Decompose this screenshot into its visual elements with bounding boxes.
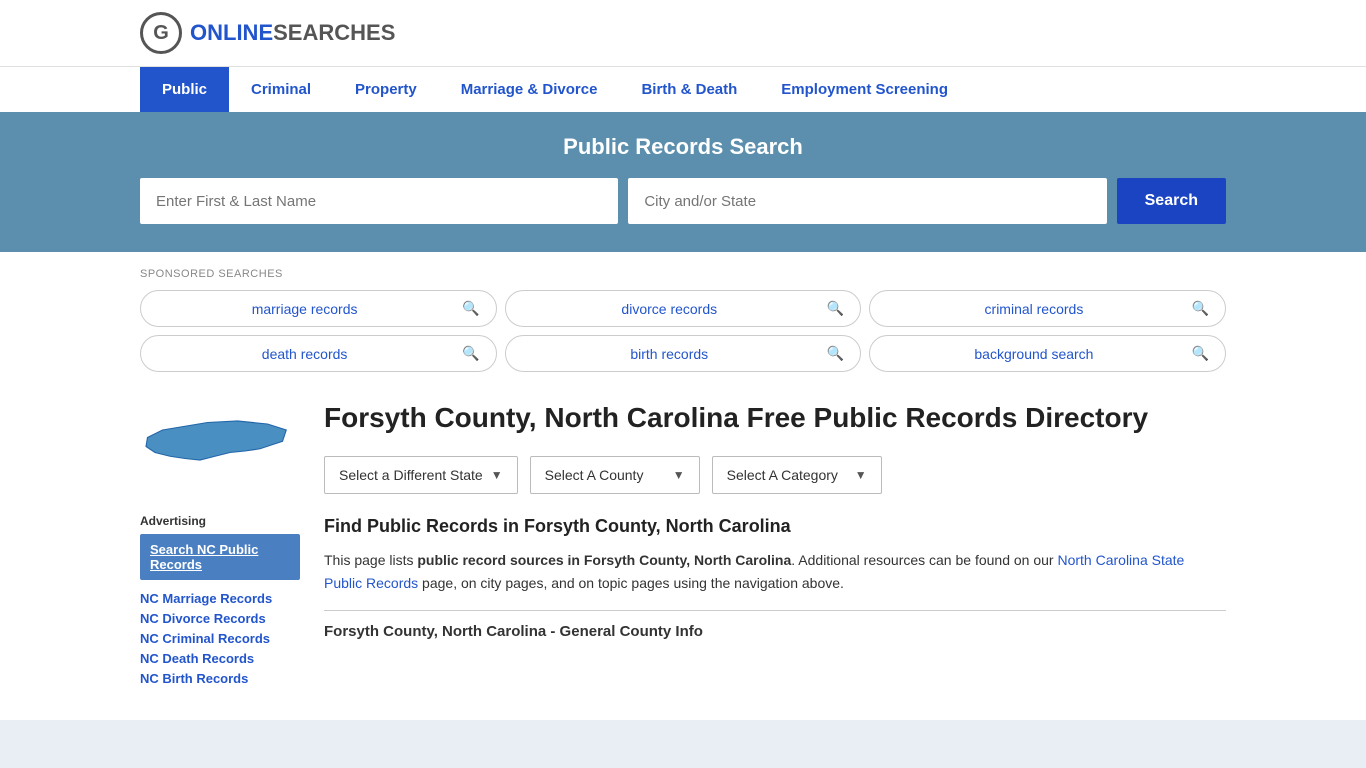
search-icon-death: 🔍 xyxy=(462,345,479,362)
state-dropdown[interactable]: Select a Different State ▼ xyxy=(324,456,518,494)
site-header: ONLINESEARCHES xyxy=(0,0,1366,66)
desc-part3: page, on city pages, and on topic pages … xyxy=(418,575,844,591)
county-dropdown-label: Select A County xyxy=(545,467,644,483)
sponsored-link-marriage[interactable]: marriage records xyxy=(157,301,452,317)
sidebar-item-nc-criminal[interactable]: NC Criminal Records xyxy=(140,630,300,646)
sponsored-item-background[interactable]: background search 🔍 xyxy=(869,335,1226,372)
sponsored-item-marriage[interactable]: marriage records 🔍 xyxy=(140,290,497,327)
sponsored-item-criminal[interactable]: criminal records 🔍 xyxy=(869,290,1226,327)
sponsored-link-criminal[interactable]: criminal records xyxy=(886,301,1181,317)
search-banner-title: Public Records Search xyxy=(140,134,1226,160)
state-dropdown-label: Select a Different State xyxy=(339,467,483,483)
chevron-down-icon-3: ▼ xyxy=(855,468,867,482)
search-icon-birth: 🔍 xyxy=(827,345,844,362)
sponsored-grid: marriage records 🔍 divorce records 🔍 cri… xyxy=(140,290,1226,372)
sidebar-item-nc-marriage[interactable]: NC Marriage Records xyxy=(140,590,300,606)
category-dropdown-label: Select A Category xyxy=(727,467,838,483)
dropdowns-row: Select a Different State ▼ Select A Coun… xyxy=(324,456,1226,494)
category-dropdown[interactable]: Select A Category ▼ xyxy=(712,456,882,494)
nav-item-public[interactable]: Public xyxy=(140,67,229,112)
search-form: Search xyxy=(140,178,1226,224)
sidebar-item-nc-death[interactable]: NC Death Records xyxy=(140,650,300,666)
section-divider xyxy=(324,610,1226,611)
sidebar-links: NC Marriage Records NC Divorce Records N… xyxy=(140,590,300,686)
sponsored-link-death[interactable]: death records xyxy=(157,346,452,362)
main-area: SPONSORED SEARCHES marriage records 🔍 di… xyxy=(0,252,1366,720)
sponsored-item-birth[interactable]: birth records 🔍 xyxy=(505,335,862,372)
county-dropdown[interactable]: Select A County ▼ xyxy=(530,456,700,494)
page-title: Forsyth County, North Carolina Free Publ… xyxy=(324,400,1226,436)
nav-item-birth-death[interactable]: Birth & Death xyxy=(619,67,759,112)
search-icon-background: 🔍 xyxy=(1192,345,1209,362)
advertising-label: Advertising xyxy=(140,514,300,528)
search-button[interactable]: Search xyxy=(1117,178,1226,224)
nav-item-property[interactable]: Property xyxy=(333,67,439,112)
main-content: Forsyth County, North Carolina Free Publ… xyxy=(324,400,1226,690)
sponsored-link-background[interactable]: background search xyxy=(886,346,1181,362)
content-section: Advertising Search NC Public Records NC … xyxy=(140,400,1226,690)
search-icon-marriage: 🔍 xyxy=(462,300,479,317)
sidebar-item-nc-birth[interactable]: NC Birth Records xyxy=(140,670,300,686)
logo-text: ONLINESEARCHES xyxy=(190,20,395,46)
nc-map xyxy=(140,400,290,500)
sidebar: Advertising Search NC Public Records NC … xyxy=(140,400,300,690)
sponsored-link-birth[interactable]: birth records xyxy=(522,346,817,362)
desc-part1: This page lists xyxy=(324,552,417,568)
sponsored-link-divorce[interactable]: divorce records xyxy=(522,301,817,317)
description-text: This page lists public record sources in… xyxy=(324,549,1226,594)
sponsored-label: SPONSORED SEARCHES xyxy=(140,268,1226,280)
logo-online: ONLINE xyxy=(190,20,273,45)
nav-item-criminal[interactable]: Criminal xyxy=(229,67,333,112)
logo-searches: SEARCHES xyxy=(273,20,395,45)
nav-item-employment[interactable]: Employment Screening xyxy=(759,67,970,112)
desc-bold: public record sources in Forsyth County,… xyxy=(417,552,791,568)
sponsored-item-divorce[interactable]: divorce records 🔍 xyxy=(505,290,862,327)
chevron-down-icon-2: ▼ xyxy=(673,468,685,482)
find-title: Find Public Records in Forsyth County, N… xyxy=(324,516,1226,537)
location-input[interactable] xyxy=(628,178,1106,224)
search-icon-criminal: 🔍 xyxy=(1192,300,1209,317)
sponsored-item-death[interactable]: death records 🔍 xyxy=(140,335,497,372)
main-nav: Public Criminal Property Marriage & Divo… xyxy=(0,66,1366,112)
name-input[interactable] xyxy=(140,178,618,224)
sidebar-item-nc-divorce[interactable]: NC Divorce Records xyxy=(140,610,300,626)
search-banner: Public Records Search Search xyxy=(0,112,1366,252)
ad-button[interactable]: Search NC Public Records xyxy=(140,534,300,580)
county-info-title: Forsyth County, North Carolina - General… xyxy=(324,623,1226,640)
nav-item-marriage-divorce[interactable]: Marriage & Divorce xyxy=(439,67,620,112)
logo-icon xyxy=(140,12,182,54)
search-icon-divorce: 🔍 xyxy=(827,300,844,317)
desc-part2: . Additional resources can be found on o… xyxy=(791,552,1057,568)
chevron-down-icon: ▼ xyxy=(491,468,503,482)
